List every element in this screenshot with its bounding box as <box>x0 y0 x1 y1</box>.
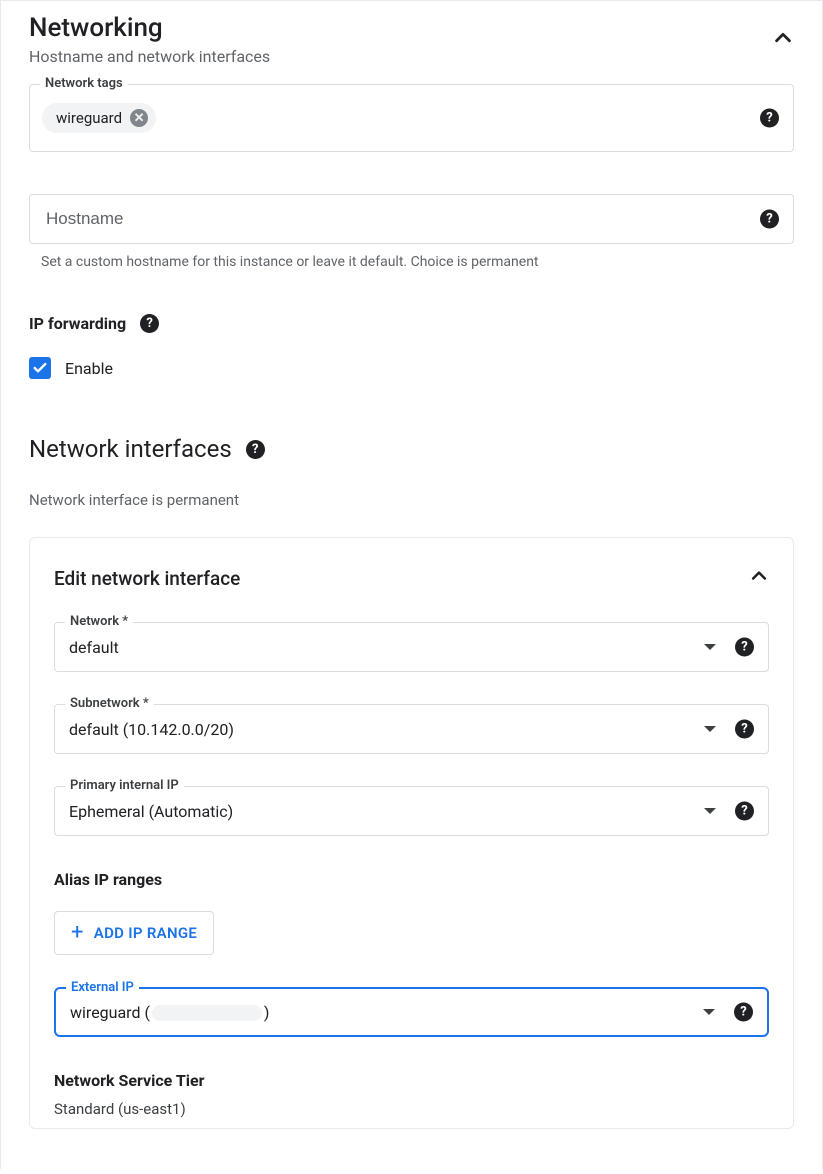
subnetwork-value: default (10.142.0.0/20) <box>69 720 234 739</box>
chevron-up-icon[interactable] <box>749 566 769 590</box>
redacted-ip <box>152 1005 262 1021</box>
network-service-tier-label: Network Service Tier <box>54 1071 769 1090</box>
enable-label: Enable <box>65 359 113 378</box>
chip-text: wireguard <box>56 109 122 127</box>
help-icon[interactable]: ? <box>735 720 754 739</box>
network-label: Network * <box>65 614 133 629</box>
plus-icon: + <box>71 922 84 944</box>
chevron-down-icon <box>703 1009 715 1015</box>
add-ip-range-label: ADD IP RANGE <box>94 924 197 942</box>
hostname-helper: Set a custom hostname for this instance … <box>41 254 794 270</box>
ip-forwarding-enable-row[interactable]: Enable <box>29 357 794 379</box>
help-icon[interactable]: ? <box>760 210 779 229</box>
card-title: Edit network interface <box>54 567 240 590</box>
help-icon[interactable]: ? <box>760 109 779 128</box>
ip-forwarding-label-row: IP forwarding ? <box>29 314 794 333</box>
help-icon[interactable]: ? <box>735 802 754 821</box>
hostname-field[interactable]: ? <box>29 194 794 244</box>
chevron-down-icon <box>704 808 716 814</box>
chevron-down-icon <box>704 726 716 732</box>
network-interfaces-heading: Network interfaces ? <box>29 435 794 463</box>
network-service-tier-value: Standard (us-east1) <box>54 1100 769 1118</box>
external-ip-select[interactable]: External IP wireguard () ? <box>54 987 769 1037</box>
network-select[interactable]: Network * default ? <box>54 622 769 672</box>
networking-section-header[interactable]: Networking Hostname and network interfac… <box>29 13 794 66</box>
network-value: default <box>69 638 119 657</box>
subnetwork-label: Subnetwork * <box>65 696 154 711</box>
network-tags-label: Network tags <box>40 76 128 91</box>
ip-forwarding-label: IP forwarding <box>29 314 126 333</box>
primary-ip-label: Primary internal IP <box>65 778 184 793</box>
subnetwork-select[interactable]: Subnetwork * default (10.142.0.0/20) ? <box>54 704 769 754</box>
external-ip-label: External IP <box>66 980 139 995</box>
chevron-down-icon <box>704 644 716 650</box>
section-title: Networking <box>29 13 270 43</box>
card-header[interactable]: Edit network interface <box>54 566 769 590</box>
help-icon[interactable]: ? <box>734 1003 753 1022</box>
chevron-up-icon[interactable] <box>772 27 794 52</box>
add-ip-range-button[interactable]: + ADD IP RANGE <box>54 911 214 955</box>
section-subtitle: Hostname and network interfaces <box>29 47 270 66</box>
alias-ip-ranges-label: Alias IP ranges <box>54 870 769 889</box>
help-icon[interactable]: ? <box>246 440 265 459</box>
primary-internal-ip-select[interactable]: Primary internal IP Ephemeral (Automatic… <box>54 786 769 836</box>
help-icon[interactable]: ? <box>140 314 159 333</box>
external-ip-value: wireguard () <box>70 1003 270 1022</box>
checkbox-checked-icon[interactable] <box>29 357 51 379</box>
network-tags-field[interactable]: Network tags wireguard ✕ ? <box>29 84 794 152</box>
primary-ip-value: Ephemeral (Automatic) <box>69 802 233 821</box>
network-tag-chip: wireguard ✕ <box>42 103 156 133</box>
edit-network-interface-card: Edit network interface Network * default… <box>29 537 794 1129</box>
interfaces-permanent-text: Network interface is permanent <box>29 491 794 509</box>
chip-remove-icon[interactable]: ✕ <box>130 109 148 127</box>
hostname-input[interactable] <box>44 208 737 230</box>
help-icon[interactable]: ? <box>735 638 754 657</box>
